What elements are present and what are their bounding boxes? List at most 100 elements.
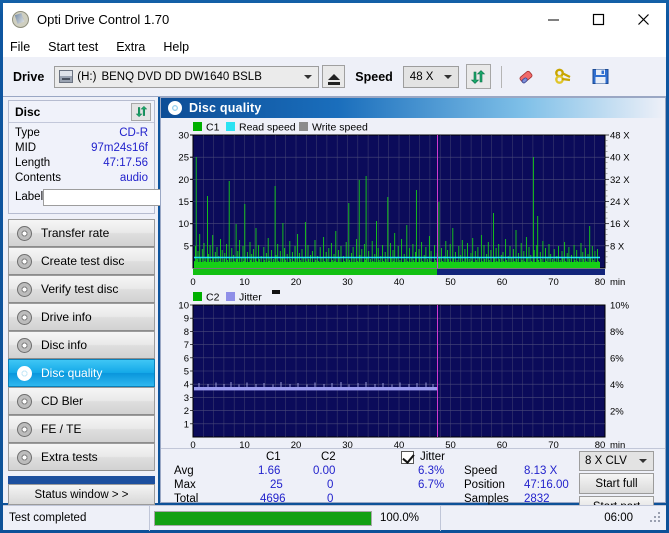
stats-total-c2: 0 — [327, 493, 334, 505]
sidebar-item-disc-info[interactable]: Disc info — [8, 331, 155, 359]
menu-file[interactable]: File — [10, 40, 30, 54]
disc-verify-icon — [17, 281, 32, 297]
maximize-icon[interactable] — [576, 3, 621, 36]
stats-total-c1: 4696 — [260, 493, 286, 505]
svg-text:70: 70 — [548, 277, 559, 288]
jitter-checkbox[interactable] — [401, 451, 414, 464]
start-full-button[interactable]: Start full — [579, 473, 654, 494]
sidebar-item-cd-bler[interactable]: CD Bler — [8, 387, 155, 415]
position-stat-value: 47:16.00 — [524, 479, 569, 491]
write-strategy-select[interactable]: 8 X CLV — [579, 451, 654, 471]
disc-bler-icon — [17, 393, 32, 409]
disc-label-row: Label — [9, 187, 247, 207]
save-button[interactable] — [588, 64, 613, 89]
svg-text:Jitter: Jitter — [239, 292, 262, 304]
svg-text:8%: 8% — [610, 327, 624, 338]
speed-value: 48 X — [409, 70, 434, 83]
elapsed-time: 06:00 — [604, 512, 633, 524]
jitter-avg-value: 6.3% — [418, 465, 445, 477]
disc-mid-label: MID — [15, 141, 37, 154]
samples-stat-value: 2832 — [524, 493, 550, 505]
speed-label: Speed — [355, 69, 393, 84]
disc-create-icon — [17, 253, 32, 269]
main-panel-header: Disc quality — [161, 98, 665, 118]
eject-icon — [327, 73, 340, 85]
svg-text:20: 20 — [291, 440, 302, 448]
disc-type-value: CD-R — [119, 126, 148, 139]
sidebar-item-fe-te[interactable]: FE / TE — [8, 415, 155, 443]
disc-type-label: Type — [15, 126, 40, 139]
stats-col-c2: C2 — [321, 451, 336, 463]
speed-select[interactable]: 48 X — [402, 65, 459, 88]
drive-name: BENQ DVD DD DW1640 BSLB — [101, 70, 262, 83]
svg-text:32 X: 32 X — [610, 175, 630, 186]
sidebar-divider — [8, 476, 155, 484]
stats-max-c2: 0 — [327, 479, 334, 491]
sidebar-item-label: Verify test disc — [41, 282, 119, 296]
svg-text:3: 3 — [184, 393, 189, 404]
svg-text:20: 20 — [178, 175, 189, 186]
svg-text:2%: 2% — [610, 407, 624, 418]
drive-select[interactable]: (H:) BENQ DVD DD DW1640 BSLB — [54, 65, 320, 88]
chart-area: C1 Read speed Write speed 30 25 20 15 10… — [161, 118, 665, 451]
sidebar-item-label: Disc info — [41, 338, 88, 352]
sidebar: Disc Type CD-R MID 97m24s16f Length 47:1… — [3, 97, 247, 505]
disc-label-label: Label — [15, 191, 44, 203]
menu-start-test[interactable]: Start test — [48, 40, 98, 54]
sidebar-item-verify-test-disc[interactable]: Verify test disc — [8, 275, 155, 303]
nav-list: Transfer rate Create test disc Verify te… — [8, 219, 155, 471]
svg-text:30: 30 — [178, 131, 189, 142]
disc-refresh-button[interactable] — [131, 102, 151, 121]
erase-button[interactable] — [514, 64, 539, 89]
status-window-button[interactable]: Status window > > — [8, 484, 155, 505]
eject-button[interactable] — [322, 65, 346, 88]
svg-text:70: 70 — [548, 440, 559, 448]
sidebar-item-transfer-rate[interactable]: Transfer rate — [8, 219, 155, 247]
svg-text:5: 5 — [184, 367, 189, 378]
c1-legend: C1 Read speed Write speed — [193, 122, 368, 134]
sidebar-item-label: Extra tests — [41, 450, 98, 464]
svg-text:0: 0 — [190, 277, 195, 288]
sidebar-item-label: Drive info — [41, 310, 92, 324]
disc-contents-label: Contents — [15, 171, 62, 184]
chevron-down-icon — [639, 459, 647, 463]
disc-length-value: 47:17.56 — [103, 156, 148, 169]
menu-help[interactable]: Help — [163, 40, 189, 54]
speed-stat-value: 8.13 X — [524, 465, 558, 477]
svg-text:Write speed: Write speed — [312, 122, 368, 134]
close-icon[interactable] — [621, 3, 666, 36]
refresh-button[interactable] — [465, 64, 491, 89]
minimize-icon[interactable] — [531, 3, 576, 36]
svg-text:10: 10 — [178, 301, 189, 312]
sidebar-item-drive-info[interactable]: Drive info — [8, 303, 155, 331]
jitter-label: Jitter — [420, 451, 445, 463]
disc-row-contents: Contents audio — [15, 170, 148, 185]
sidebar-item-disc-quality[interactable]: Disc quality — [8, 359, 155, 387]
disc-row-length: Length 47:17.56 — [15, 155, 148, 170]
svg-text:50: 50 — [445, 277, 456, 288]
sidebar-item-create-test-disc[interactable]: Create test disc — [8, 247, 155, 275]
sidebar-item-label: Create test disc — [41, 254, 125, 268]
menu-bar: File Start test Extra Help — [3, 36, 666, 57]
svg-text:60: 60 — [497, 440, 508, 448]
sidebar-item-label: CD Bler — [41, 394, 84, 408]
title-bar: Opti Drive Control 1.70 — [3, 3, 666, 36]
tools-button[interactable] — [551, 64, 576, 89]
svg-text:16 X: 16 X — [610, 219, 630, 230]
disc-quality-icon — [17, 365, 32, 381]
window-title: Opti Drive Control 1.70 — [37, 12, 170, 27]
page-title: Disc quality — [189, 101, 262, 115]
svg-text:80: 80 — [595, 440, 606, 448]
svg-text:C2: C2 — [206, 292, 220, 304]
status-bar: Test completed 100.0% 06:00 — [3, 505, 666, 531]
sidebar-item-extra-tests[interactable]: Extra tests — [8, 443, 155, 471]
speed-stat-label: Speed — [464, 465, 498, 477]
menu-extra[interactable]: Extra — [116, 40, 145, 54]
svg-text:15: 15 — [178, 197, 189, 208]
resize-grip[interactable] — [649, 511, 663, 525]
svg-text:8: 8 — [184, 327, 189, 338]
disc-row-type: Type CD-R — [15, 125, 148, 140]
svg-text:80: 80 — [595, 277, 606, 288]
stats-max-c1: 25 — [270, 479, 283, 491]
sidebar-item-label: Transfer rate — [41, 226, 110, 240]
